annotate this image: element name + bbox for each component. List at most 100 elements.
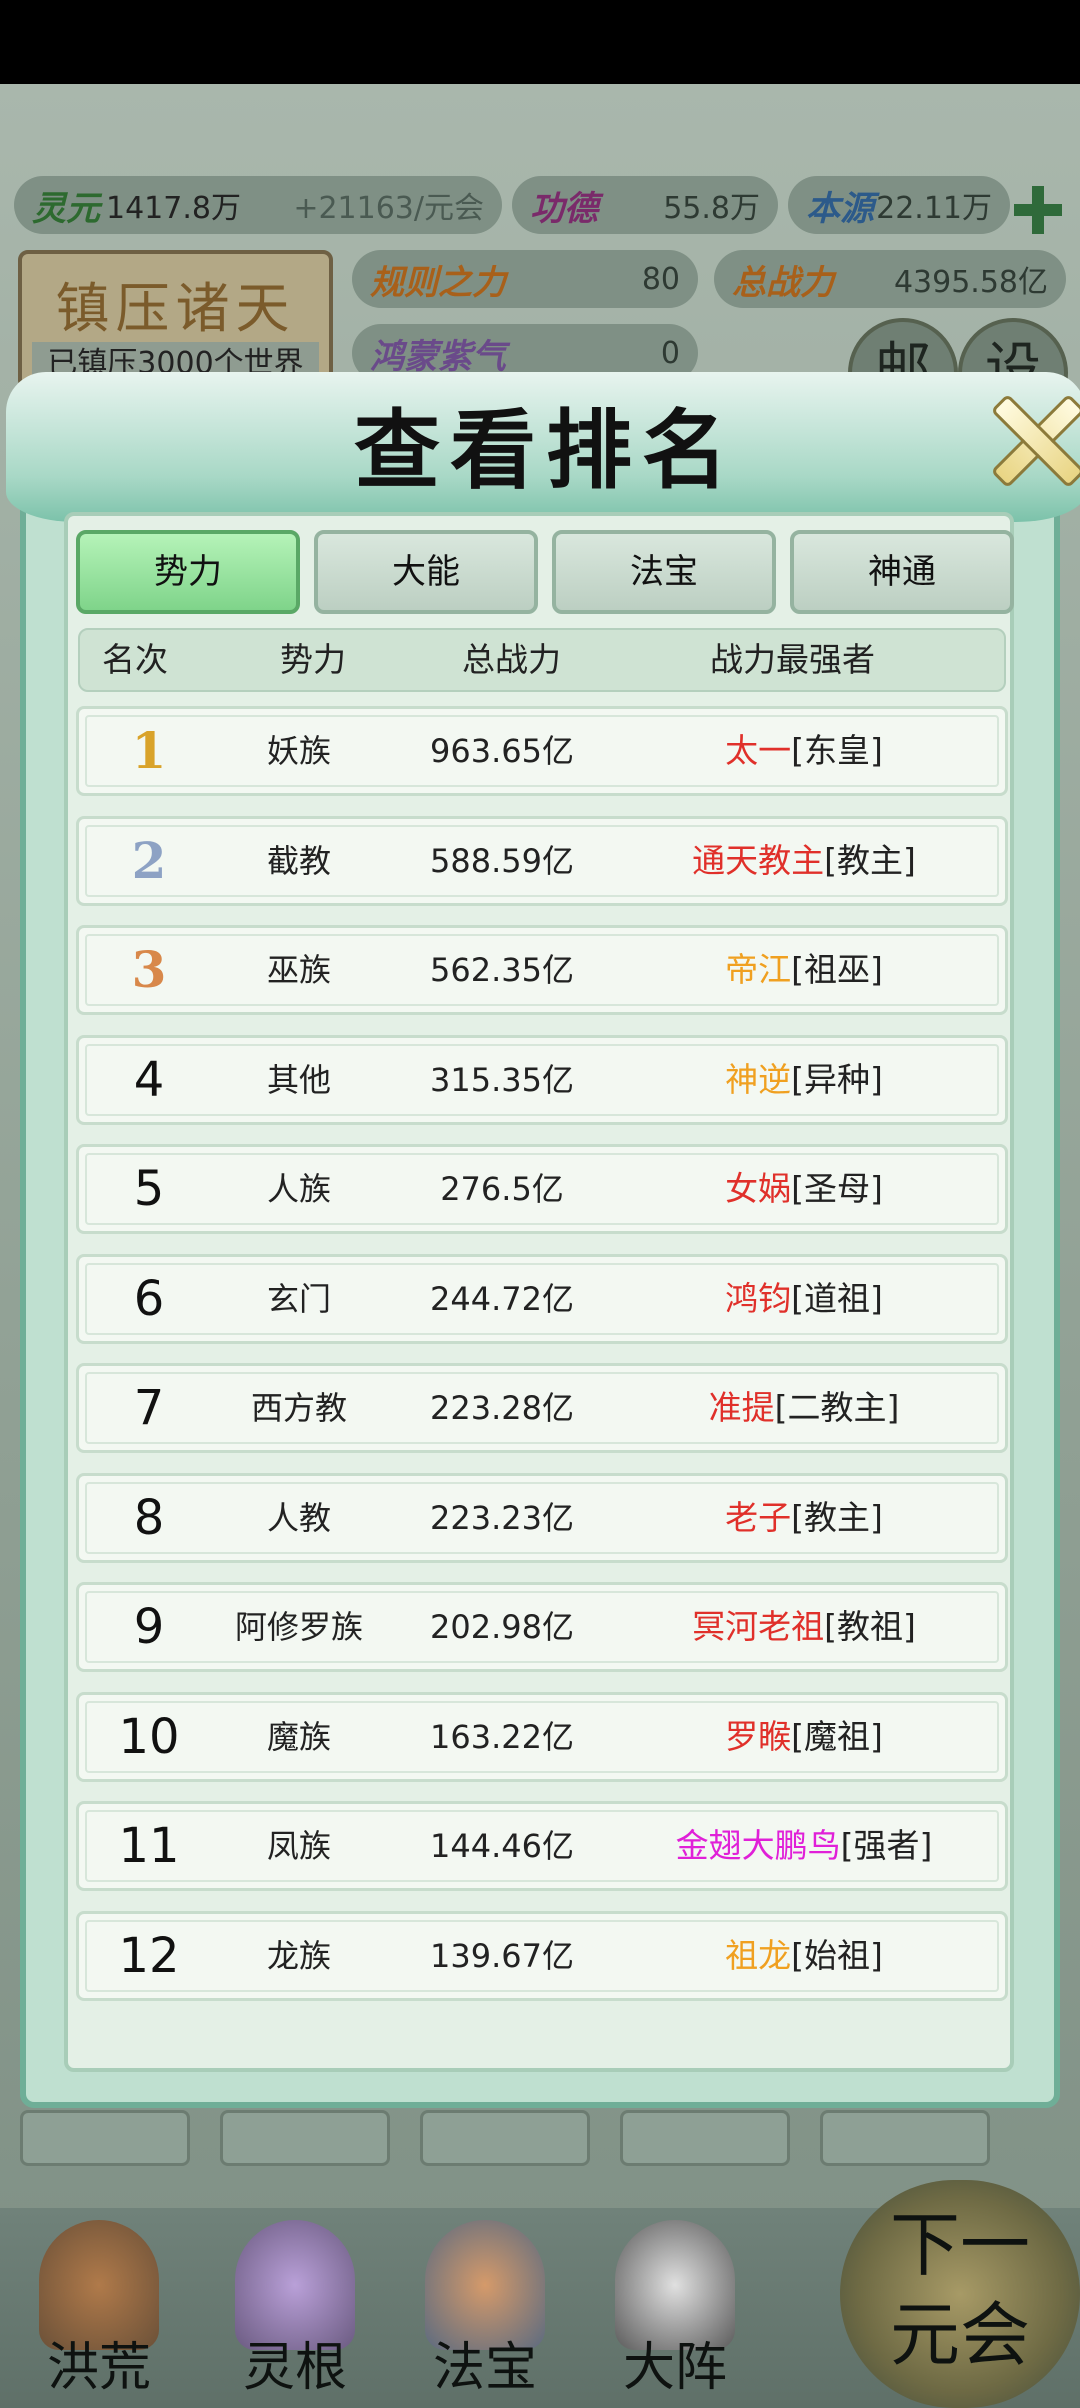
zongzhanli-value: 4395.58亿 bbox=[893, 265, 1048, 300]
benyuan-value: 22.11万 bbox=[876, 191, 992, 226]
row-faction: 人教 bbox=[266, 1498, 331, 1537]
zongzhanli-stat: 总战力 4395.58亿 bbox=[714, 250, 1066, 308]
strongest-title: [道祖] bbox=[791, 1278, 883, 1318]
ranking-panel: 势力 大能 法宝 神通 名次 势力 总战力 战力最强者 1 妖族 963.65亿 太一… bbox=[64, 512, 1014, 2072]
row-power: 315.35亿 bbox=[430, 1060, 574, 1099]
hongmeng-label: 鸿蒙紫气 bbox=[370, 336, 506, 377]
ranking-row[interactable]: 8 人教 223.23亿 老子[教主] bbox=[76, 1472, 1008, 1563]
strongest-name: 老子 bbox=[725, 1497, 792, 1537]
row-faction: 截教 bbox=[266, 841, 331, 880]
nav-label: 灵根 bbox=[242, 2338, 347, 2398]
benyuan-stat: 本源 22.11万 bbox=[788, 176, 1010, 234]
strongest-title: [始祖] bbox=[791, 1935, 883, 1975]
slot-1 bbox=[20, 2110, 190, 2166]
header-power: 总战力 bbox=[462, 640, 561, 679]
nav-fabao[interactable]: 法宝 bbox=[400, 2220, 570, 2400]
row-faction: 西方教 bbox=[250, 1389, 347, 1427]
slot-5 bbox=[820, 2110, 990, 2166]
row-rank: 1 bbox=[131, 721, 167, 780]
row-rank: 7 bbox=[133, 1380, 165, 1436]
row-rank: 6 bbox=[133, 1270, 165, 1327]
strongest-name: 准提 bbox=[708, 1388, 775, 1427]
guize-value: 80 bbox=[641, 261, 680, 297]
strongest-title: [异种] bbox=[791, 1059, 883, 1099]
row-rank: 10 bbox=[118, 1708, 180, 1765]
hongmeng-value: 0 bbox=[660, 335, 680, 371]
row-rank: 4 bbox=[133, 1051, 165, 1108]
slot-4 bbox=[620, 2110, 790, 2166]
strongest-title: [圣母] bbox=[791, 1169, 883, 1208]
strongest-name: 帝江 bbox=[725, 950, 792, 989]
tab-faction[interactable]: 势力 bbox=[76, 530, 300, 614]
row-faction: 魔族 bbox=[266, 1717, 331, 1756]
header-strongest: 战力最强者 bbox=[710, 640, 875, 679]
tab-divine-skill[interactable]: 神通 bbox=[790, 530, 1014, 614]
strongest-title: [强者] bbox=[840, 1826, 933, 1865]
ranking-row[interactable]: 6 玄门 244.72亿 鸿钧[道祖] bbox=[76, 1253, 1008, 1344]
row-strongest: 神逆[异种] bbox=[599, 1038, 1009, 1122]
nav-label: 洪荒 bbox=[46, 2338, 151, 2398]
ranking-row[interactable]: 1 妖族 963.65亿 太一[东皇] bbox=[76, 706, 1008, 796]
next-era-button[interactable]: 下一元会 bbox=[840, 2180, 1080, 2408]
row-power: 223.28亿 bbox=[430, 1389, 574, 1427]
row-faction: 阿修罗族 bbox=[234, 1608, 363, 1646]
ranking-row[interactable]: 7 西方教 223.28亿 准提[二教主] bbox=[76, 1363, 1008, 1453]
strongest-title: [教主] bbox=[824, 840, 916, 880]
row-strongest: 太一[东皇] bbox=[599, 709, 1009, 793]
strongest-name: 罗睺 bbox=[725, 1716, 792, 1756]
table-header: 名次 势力 总战力 战力最强者 bbox=[78, 628, 1006, 692]
strongest-name: 鸿钧 bbox=[725, 1278, 792, 1318]
modal-title: 查看排名 bbox=[354, 400, 738, 501]
lingyuan-label: 灵元 bbox=[32, 188, 100, 229]
strongest-title: [教主] bbox=[791, 1497, 883, 1537]
row-power: 244.72亿 bbox=[430, 1279, 574, 1318]
nav-label: 大阵 bbox=[622, 2338, 727, 2398]
gongde-value: 55.8万 bbox=[663, 191, 760, 226]
strongest-name: 太一 bbox=[725, 731, 792, 770]
strongest-name: 通天教主 bbox=[692, 840, 825, 880]
ranking-row[interactable]: 2 截教 588.59亿 通天教主[教主] bbox=[76, 815, 1008, 906]
suppress-banner[interactable]: 镇压诸天 已镇压3000个世界 bbox=[18, 250, 333, 390]
strongest-title: [教祖] bbox=[824, 1607, 916, 1646]
row-rank: 9 bbox=[133, 1599, 165, 1655]
ranking-row[interactable]: 3 巫族 562.35亿 帝江[祖巫] bbox=[76, 925, 1008, 1015]
guize-label: 规则之力 bbox=[370, 262, 506, 303]
row-faction: 龙族 bbox=[266, 1936, 331, 1975]
gongde-stat: 功德 55.8万 bbox=[512, 176, 778, 234]
ranking-tabs: 势力 大能 法宝 神通 bbox=[76, 530, 1014, 614]
strongest-title: [祖巫] bbox=[791, 950, 883, 989]
add-icon[interactable] bbox=[1010, 182, 1066, 238]
lingyuan-rate: +21163/元会 bbox=[293, 191, 484, 226]
row-strongest: 祖龙[始祖] bbox=[599, 1914, 1009, 1998]
row-strongest: 准提[二教主] bbox=[599, 1366, 1009, 1450]
strongest-title: [东皇] bbox=[791, 731, 883, 770]
slot-3 bbox=[420, 2110, 590, 2166]
row-power: 276.5亿 bbox=[440, 1170, 564, 1208]
row-power: 163.22亿 bbox=[430, 1717, 574, 1756]
nav-dazhen[interactable]: 大阵 bbox=[590, 2220, 760, 2400]
row-strongest: 罗睺[魔祖] bbox=[599, 1695, 1009, 1779]
ranking-row[interactable]: 12 龙族 139.67亿 祖龙[始祖] bbox=[76, 1910, 1009, 2001]
ranking-row[interactable]: 5 人族 276.5亿 女娲[圣母] bbox=[76, 1144, 1008, 1234]
row-rank: 12 bbox=[118, 1927, 180, 1984]
close-icon[interactable] bbox=[986, 390, 1080, 486]
row-faction: 妖族 bbox=[266, 732, 331, 770]
ranking-row[interactable]: 10 魔族 163.22亿 罗睺[魔祖] bbox=[76, 1691, 1009, 1782]
strongest-title: [二教主] bbox=[774, 1388, 900, 1427]
strongest-title: [魔祖] bbox=[791, 1716, 883, 1756]
strongest-name: 神逆 bbox=[725, 1059, 792, 1099]
row-rank: 5 bbox=[133, 1161, 165, 1217]
ranking-row[interactable]: 9 阿修罗族 202.98亿 冥河老祖[教祖] bbox=[76, 1582, 1008, 1672]
row-power: 963.65亿 bbox=[430, 732, 574, 770]
tab-treasure[interactable]: 法宝 bbox=[552, 530, 776, 614]
row-faction: 玄门 bbox=[266, 1279, 331, 1318]
row-rank: 3 bbox=[131, 940, 167, 999]
tab-great-power[interactable]: 大能 bbox=[314, 530, 538, 614]
lingyuan-value: 1417.8万 bbox=[106, 191, 241, 226]
nav-linggen[interactable]: 灵根 bbox=[210, 2220, 380, 2400]
strongest-name: 女娲 bbox=[725, 1169, 792, 1208]
ranking-row[interactable]: 11 凤族 144.46亿 金翅大鹏鸟[强者] bbox=[76, 1801, 1008, 1891]
ranking-row[interactable]: 4 其他 315.35亿 神逆[异种] bbox=[76, 1034, 1009, 1125]
nav-honghuang[interactable]: 洪荒 bbox=[14, 2220, 184, 2400]
row-strongest: 冥河老祖[教祖] bbox=[599, 1585, 1009, 1669]
